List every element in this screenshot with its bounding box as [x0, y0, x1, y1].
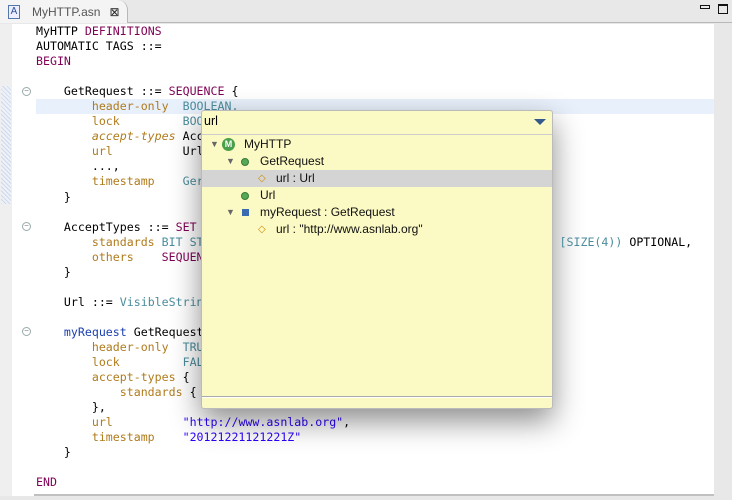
tree-item-getrequest[interactable]: ▼ GetRequest: [202, 153, 552, 170]
fold-toggle-icon[interactable]: −: [22, 222, 31, 231]
status-separator: [202, 396, 552, 398]
vertical-scrollbar[interactable]: [714, 24, 732, 496]
tree-item-url-type[interactable]: Url: [202, 187, 552, 204]
expand-triangle-icon[interactable]: ▼: [226, 153, 235, 170]
close-tab-icon[interactable]: ⊠: [109, 5, 119, 19]
module-icon: M: [222, 138, 235, 151]
view-menu-dropdown-icon[interactable]: [534, 119, 546, 125]
minimize-button[interactable]: [700, 5, 710, 9]
field-icon: ◇: [258, 224, 266, 235]
tree-item-myrequest[interactable]: ▼ myRequest : GetRequest: [202, 204, 552, 221]
size-constraint: [SIZE(4)): [559, 234, 623, 249]
field-icon: ◇: [258, 173, 266, 184]
filter-input[interactable]: url: [202, 111, 552, 135]
tree-item-url-value[interactable]: ◇ url : "http://www.asnlab.org": [202, 221, 552, 238]
type-icon: [241, 192, 249, 200]
quick-outline-popup: url ▼ M MyHTTP ▼ GetRequest ◇ url : Url …: [201, 110, 553, 409]
expand-triangle-icon[interactable]: ▼: [226, 204, 235, 221]
tab-title: MyHTTP.asn: [32, 4, 101, 19]
tree-item-url-field[interactable]: ◇ url : Url: [202, 170, 552, 187]
optional-keyword: OPTIONAL,: [629, 234, 693, 249]
filter-text: url: [204, 114, 218, 128]
expand-triangle-icon[interactable]: ▼: [210, 136, 219, 153]
tree-item-myhttp[interactable]: ▼ M MyHTTP: [202, 136, 552, 153]
fold-toggle-icon[interactable]: −: [22, 87, 31, 96]
value-icon: [242, 209, 249, 216]
editor-tab-bar: A MyHTTP.asn ⊠: [0, 0, 732, 23]
asn-file-icon: A: [8, 4, 20, 19]
overview-ruler: [0, 24, 12, 496]
maximize-button[interactable]: [718, 4, 728, 14]
fold-toggle-icon[interactable]: −: [22, 327, 31, 336]
type-icon: [241, 158, 249, 166]
tab-myhttp-asn[interactable]: A MyHTTP.asn ⊠: [0, 0, 128, 23]
